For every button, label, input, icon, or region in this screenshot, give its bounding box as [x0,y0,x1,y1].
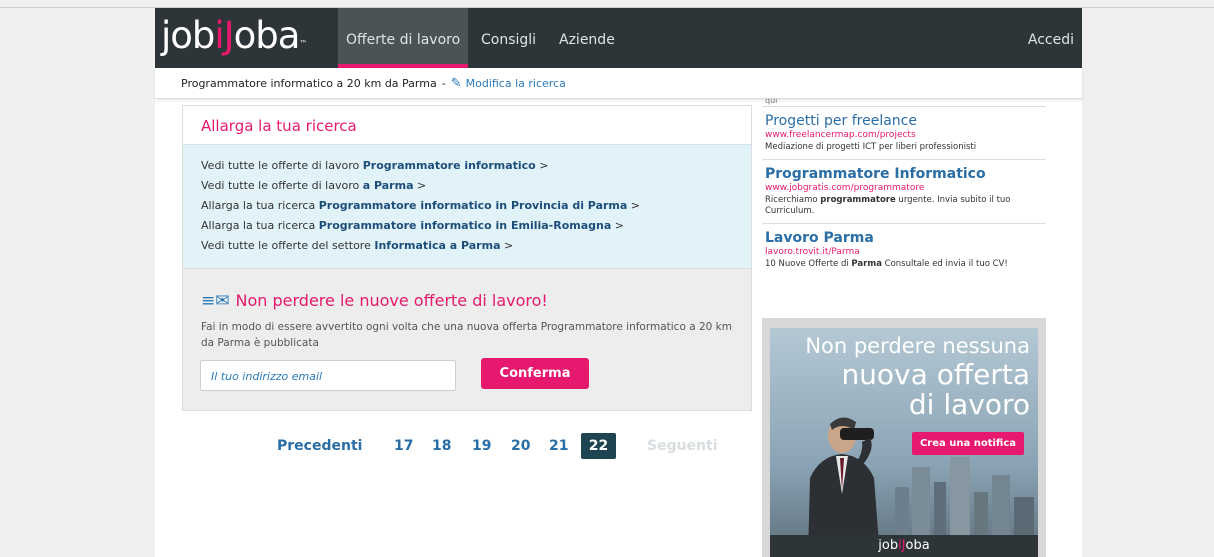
pagination: Precedenti 17 18 19 20 21 22 Seguenti [209,433,779,459]
broaden-links: Vedi tutte le offerte di lavoro Programm… [183,144,751,268]
link-arrow: > [627,199,641,212]
banner-logo-mid: iJ [898,538,906,553]
ad-url[interactable]: lavoro.trovit.it/Parma [765,247,1046,257]
ad-description: Mediazione di progetti ICT per liberi pr… [765,142,977,152]
envelope-icon: ≡✉ [201,291,230,311]
link-prefix: Vedi tutte le offerte di lavoro [201,179,363,192]
alert-description: Fai in modo di essere avvertito ogni vol… [201,321,732,349]
ad-desc-part: Consultale ed invia il tuo CV! [881,259,1008,269]
broaden-link[interactable]: Allarga la tua ricerca Programmatore inf… [201,216,733,236]
ad-item[interactable]: Lavoro Parma lavoro.trovit.it/Parma 10 N… [762,224,1046,276]
link-arrow: > [500,239,514,252]
create-alert-button[interactable]: Crea una notifica [911,432,1024,455]
page-link-17[interactable]: 17 [394,433,413,459]
broaden-title: Allarga la tua ricerca [183,106,751,144]
ad-description: Ricerchiamo programmatore urgente. Invia… [765,195,1046,217]
broaden-link[interactable]: Vedi tutte le offerte di lavoro a Parma … [201,176,733,196]
jobijoba-logo[interactable]: jobiJoba™ [161,14,307,57]
banner-logo-right: oba [905,538,930,553]
email-input[interactable]: Il tuo indirizzo email [200,360,456,391]
banner-headline-2: nuova offerta [841,358,1030,391]
ad-item[interactable]: Programmatore Informatico www.jobgratis.… [762,160,1046,224]
link-arrow: > [611,219,625,232]
main-column: Allarga la tua ricerca Vedi tutte le off… [182,105,752,459]
ad-description: 10 Nuove Offerte di Parma Consultale ed … [765,259,1046,270]
link-keyword: Informatica a Parma [374,239,501,252]
broaden-link[interactable]: Vedi tutte le offerte del settore Inform… [201,236,733,256]
logo-text-left: job [161,14,215,57]
pencil-icon[interactable]: ✎ [451,76,462,91]
ad-desc-part: Ricerchiamo [765,195,821,205]
businessman-with-binoculars-illustration [808,417,880,557]
job-alert-panel: ≡✉ Non perdere le nuove offerte di lavoro… [182,268,752,411]
banner-image: Non perdere nessuna nuova offerta di lav… [770,328,1038,557]
link-prefix: Vedi tutte le offerte del settore [201,239,375,252]
link-keyword: Programmatore informatico in Emilia-Roma… [318,219,612,232]
prev-page-link[interactable]: Precedenti [277,433,362,459]
search-query: Programmatore informatico a 20 km da Par… [181,77,437,90]
ad-url[interactable]: www.freelancermap.com/projects [765,130,1046,140]
alert-title: ≡✉ Non perdere le nuove offerte di lavoro… [201,291,548,311]
page-link-21[interactable]: 21 [549,433,568,459]
link-keyword: Programmatore informatico in Provincia d… [318,199,628,212]
page-link-19[interactable]: 19 [472,433,491,459]
link-arrow: > [535,159,549,172]
next-page-link: Seguenti [647,438,718,454]
ad-desc-keyword: Parma [851,259,882,269]
promo-banner[interactable]: Non perdere nessuna nuova offerta di lav… [762,318,1046,557]
ad-url[interactable]: www.jobgratis.com/programmatore [765,183,1046,193]
page-link-18[interactable]: 18 [432,433,451,459]
sponsored-column: qui Progetti per freelance www.freelance… [762,98,1046,557]
link-prefix: Allarga la tua ricerca [201,219,319,232]
link-keyword: a Parma [362,179,414,192]
banner-headline-3: di lavoro [908,388,1030,421]
page-link-20[interactable]: 20 [511,433,530,459]
broaden-link[interactable]: Allarga la tua ricerca Programmatore inf… [201,196,733,216]
ad-fragment: qui [762,98,1046,107]
ad-title[interactable]: Lavoro Parma [765,230,1046,246]
link-keyword: Programmatore informatico [362,159,536,172]
city-skyline-illustration [895,457,1034,537]
ad-title[interactable]: Progetti per freelance [765,113,1046,129]
separator: - [441,77,446,90]
search-summary-bar: Programmatore informatico a 20 km da Par… [155,68,1082,99]
ad-desc-keyword: programmatore [820,195,896,205]
broaden-link[interactable]: Vedi tutte le offerte di lavoro Programm… [201,156,733,176]
logo-text-right: oba [233,14,301,57]
ad-desc-part: 10 Nuove Offerte di [765,259,852,269]
page-content: Allarga la tua ricerca Vedi tutte le off… [155,98,1082,557]
top-header: jobiJoba™ Offerte di lavoro Consigli Azi… [155,8,1082,68]
edit-search-link[interactable]: Modifica la ricerca [466,77,566,90]
link-prefix: Allarga la tua ricerca [201,199,319,212]
banner-logo: jobiJoba [770,535,1038,557]
search-summary: Programmatore informatico a 20 km da Par… [181,76,566,91]
nav-consigli[interactable]: Consigli [473,8,544,68]
link-arrow: > [413,179,427,192]
nav-aziende[interactable]: Aziende [551,8,623,68]
confirm-button[interactable]: Conferma [481,358,589,389]
link-prefix: Vedi tutte le offerte di lavoro [201,159,363,172]
page-current-22: 22 [581,433,616,459]
login-link[interactable]: Accedi [1028,8,1074,72]
alert-title-text: Non perdere le nuove offerte di lavoro! [235,291,548,310]
logo-trademark: ™ [299,39,307,48]
banner-headline-1: Non perdere nessuna [805,334,1030,358]
ad-item[interactable]: Progetti per freelance www.freelancermap… [762,107,1046,160]
logo-text-mid: iJ [214,14,234,57]
broaden-search-panel: Allarga la tua ricerca Vedi tutte le off… [182,105,752,268]
nav-offerte-di-lavoro[interactable]: Offerte di lavoro [338,8,469,68]
ad-title[interactable]: Programmatore Informatico [765,166,1046,182]
banner-logo-left: job [878,538,899,553]
